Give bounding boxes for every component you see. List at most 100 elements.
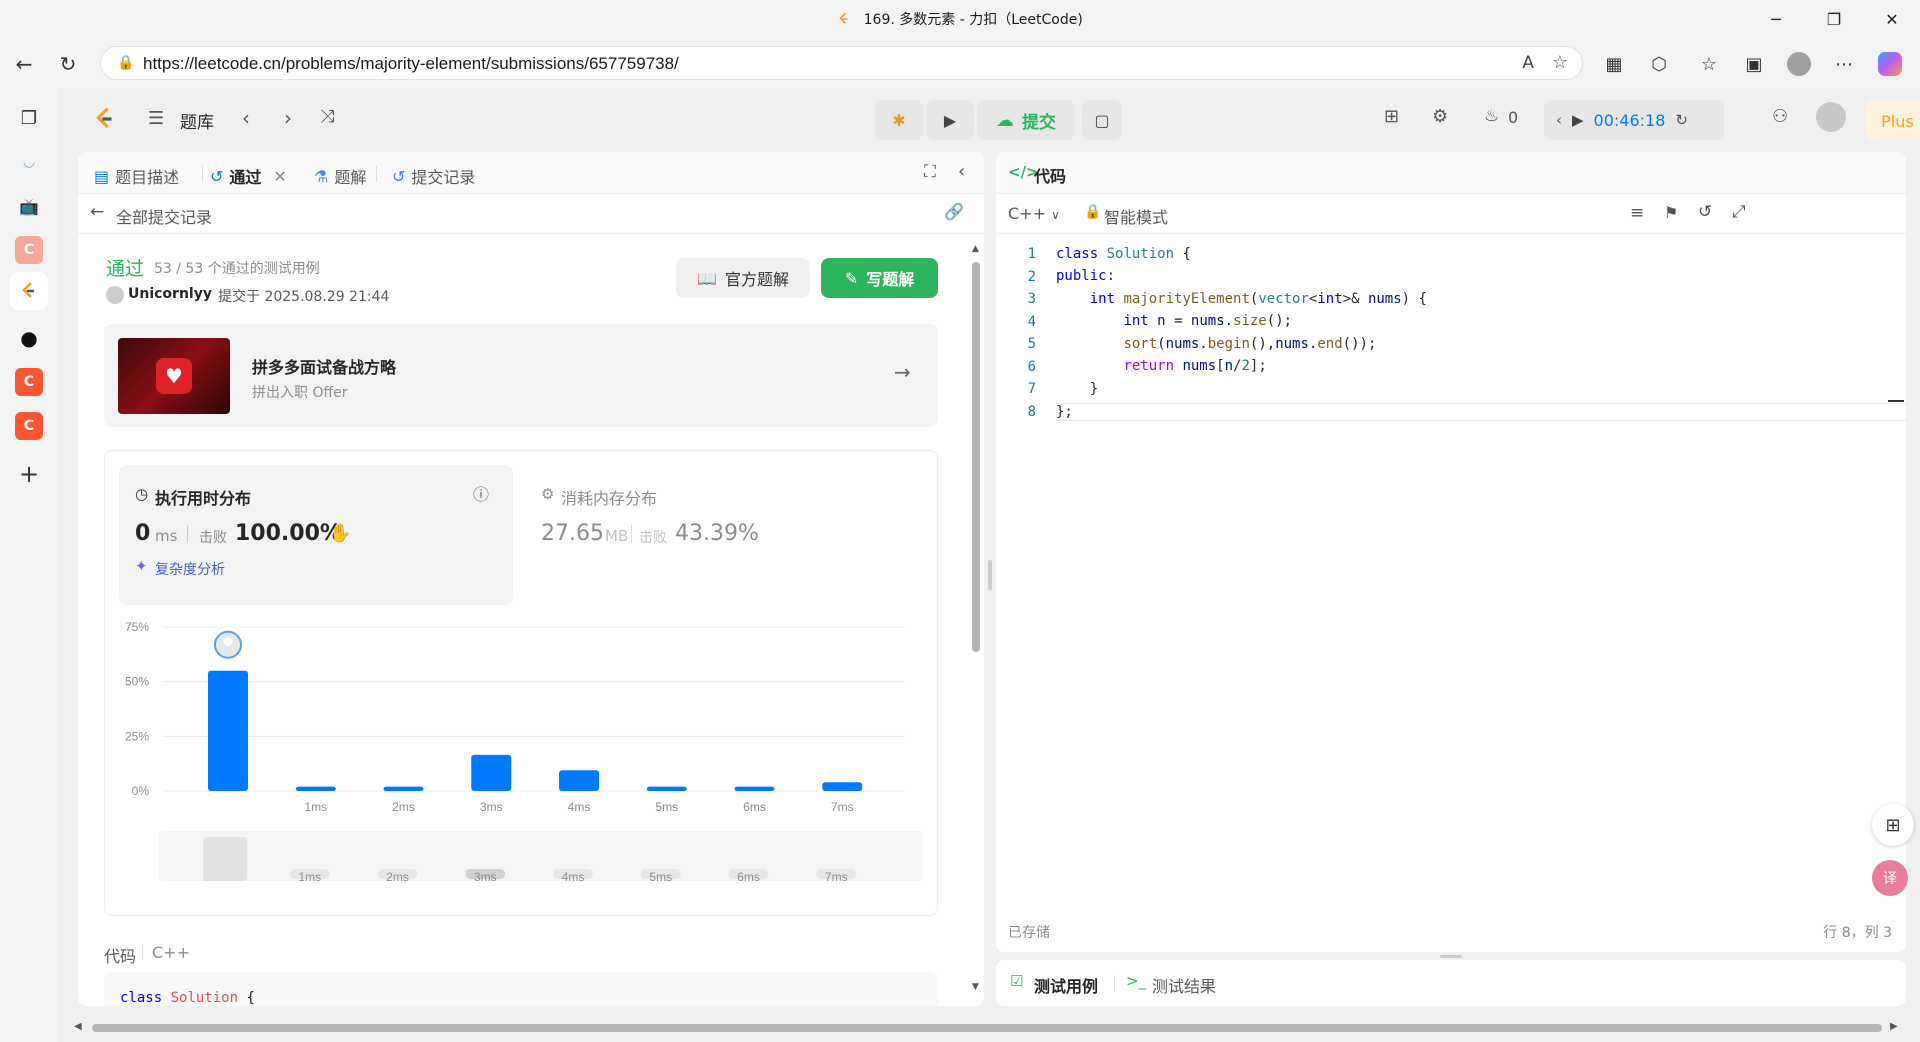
leetcode-logo-icon[interactable] — [92, 106, 118, 132]
app-icon[interactable]: ◡ — [15, 148, 43, 176]
scroll-up-icon[interactable]: ▲ — [972, 244, 979, 254]
list-icon[interactable]: ☰ — [148, 108, 164, 129]
collapse-icon[interactable]: ‹ — [958, 161, 965, 182]
vertical-resize-handle[interactable] — [1440, 955, 1462, 958]
runtime-distribution-chart[interactable]: 75% 50% 25% 0% 1ms 2ms 3ms 4ms 5ms 6ms 7ms 1ms 2ms 3m… — [105, 607, 937, 907]
tab-description[interactable]: ▤ 题目描述 — [94, 164, 179, 188]
scroll-left-icon[interactable]: ◀ — [74, 1021, 82, 1032]
left-scrollbar[interactable]: ▲ ▼ — [971, 244, 981, 994]
flask-icon: ⚗ — [314, 166, 329, 186]
smart-mode-toggle[interactable]: 智能模式 — [1104, 204, 1168, 228]
panel-resize-handle[interactable] — [988, 560, 992, 590]
scrollbar-thumb[interactable] — [92, 1024, 1882, 1032]
tab-testcase[interactable]: 测试用例 — [1034, 973, 1098, 997]
promo-card[interactable]: ♥ 拼多多面试备战方略 拼出入职 Offer → — [104, 324, 938, 427]
csdn-icon[interactable]: C — [15, 412, 43, 440]
leetcode-sidebar-icon[interactable] — [10, 272, 48, 310]
chart-navigator-window — [203, 837, 247, 881]
memory-box[interactable]: ⚙ 消耗内存分布 27.65 MB 击败 43.39% — [525, 465, 919, 605]
timer-widget[interactable]: ‹ ▶ 00:46:18 ↻ — [1544, 100, 1724, 140]
runtime-box[interactable]: ◷ 执行用时分布 ⓘ 0 ms 击败 100.00% ✋ ✦ 复杂度分析 — [119, 465, 513, 605]
collections-icon[interactable]: ▣ — [1740, 50, 1768, 78]
close-window-button[interactable]: ✕ — [1864, 0, 1920, 38]
left-tabbar: ▤ 题目描述 ↺ 通过 ✕ ⚗ 题解 ↺ 提交记录 ⛶ ‹ — [78, 152, 984, 194]
profile-avatar-icon[interactable] — [1785, 50, 1813, 78]
horizontal-scrollbar[interactable]: ◀ ▶ — [64, 1018, 1920, 1038]
apps-icon[interactable]: ⊞ — [1872, 804, 1914, 846]
format-icon[interactable]: ≡ — [1630, 203, 1644, 223]
scrollbar-thumb[interactable] — [972, 262, 980, 652]
user-avatar[interactable] — [1816, 102, 1846, 132]
favorite-star-icon[interactable]: ☆ — [1552, 52, 1568, 73]
back-arrow-icon[interactable]: ← — [10, 50, 38, 78]
info-icon[interactable]: ⓘ — [473, 481, 489, 505]
all-submissions-link[interactable]: 全部提交记录 — [116, 204, 212, 228]
divider — [631, 525, 632, 543]
streak-flame-icon[interactable]: ♨ — [1484, 106, 1499, 126]
tab-divider — [1114, 975, 1115, 991]
settings-gear-icon[interactable]: ⚙ — [1432, 106, 1448, 127]
username[interactable]: Unicornlyy — [128, 286, 212, 302]
add-friend-icon[interactable]: ⚇ — [1772, 106, 1788, 127]
tab-result[interactable]: 测试结果 — [1152, 973, 1216, 997]
line-number: 5 — [1027, 336, 1036, 352]
read-aloud-icon[interactable]: A — [1522, 53, 1534, 73]
refresh-icon[interactable]: ↻ — [54, 50, 82, 78]
code-token: { — [246, 990, 255, 1006]
bilibili-icon[interactable]: 📺 — [15, 192, 43, 220]
play-icon: ▶ — [943, 110, 957, 130]
favorites-icon[interactable]: ☆ — [1695, 50, 1723, 78]
url-text[interactable]: https://leetcode.cn/problems/majority-el… — [143, 54, 679, 74]
play-icon[interactable]: ▶ — [1572, 111, 1584, 129]
address-bar[interactable]: 🔒 https://leetcode.cn/problems/majority-… — [100, 46, 1583, 80]
tabs-icon[interactable]: ❐ — [15, 104, 43, 132]
prev-problem-icon[interactable]: ‹ — [242, 106, 250, 130]
bookmark-icon[interactable]: ⚑ — [1664, 203, 1678, 222]
complexity-analysis-link[interactable]: 复杂度分析 — [155, 559, 225, 579]
reset-icon[interactable]: ↻ — [1675, 111, 1688, 129]
chevron-left-icon[interactable]: ‹ — [1556, 111, 1562, 129]
submit-button[interactable]: ☁ 提交 — [977, 100, 1075, 140]
shuffle-icon[interactable]: ⤨ — [320, 106, 334, 127]
layout-icon[interactable]: ⊞ — [1384, 106, 1399, 127]
expand-icon[interactable]: ⤢ — [1732, 202, 1746, 222]
code-token: Solution — [170, 990, 239, 1006]
restore-button[interactable]: ❐ — [1806, 0, 1862, 38]
more-menu-icon[interactable]: ⋯ — [1830, 50, 1858, 78]
fullscreen-icon[interactable]: ⛶ — [924, 162, 936, 182]
problem-list-link[interactable]: 题库 — [180, 108, 214, 133]
minimize-button[interactable]: ─ — [1748, 0, 1804, 38]
link-icon[interactable]: 🔗 — [944, 202, 964, 221]
github-icon[interactable]: ● — [15, 324, 43, 352]
reset-code-icon[interactable]: ↺ — [1698, 202, 1712, 222]
avatar-icon — [223, 637, 233, 647]
code-editor[interactable]: 1 2 3 4 5 6 7 8 class Solution { public: int ma… — [996, 244, 1906, 424]
run-button[interactable]: ▶ — [926, 100, 974, 140]
csdn-icon[interactable]: C — [15, 368, 43, 396]
tab-submissions[interactable]: ↺ 提交记录 — [392, 164, 475, 188]
language-select[interactable]: C++ ∨ — [1008, 204, 1060, 223]
scroll-right-icon[interactable]: ▶ — [1890, 1021, 1898, 1032]
note-button[interactable]: ▢ — [1082, 100, 1122, 140]
next-problem-icon[interactable]: › — [284, 106, 292, 130]
plus-member-button[interactable]: Plus 会员 — [1866, 100, 1920, 140]
y-tick-label: 75% — [125, 620, 149, 634]
debug-button[interactable]: ✱ — [875, 100, 923, 140]
write-solution-button[interactable]: ✎ 写题解 — [821, 258, 938, 298]
close-tab-icon[interactable]: ✕ — [273, 167, 286, 186]
back-arrow-icon[interactable]: ← — [90, 202, 104, 222]
qr-code-icon[interactable]: ▦ — [1600, 50, 1628, 78]
extensions-icon[interactable]: ⬡ — [1645, 50, 1673, 78]
tab-solutions[interactable]: ⚗ 题解 — [314, 164, 366, 188]
submit-label: 提交 — [1022, 112, 1056, 133]
y-tick-label: 25% — [125, 729, 149, 743]
avatar[interactable] — [106, 286, 124, 304]
csdn-icon[interactable]: C — [15, 236, 43, 264]
copilot-icon[interactable] — [1876, 50, 1904, 78]
scroll-down-icon[interactable]: ▼ — [972, 982, 979, 992]
document-icon: ▤ — [94, 166, 110, 186]
official-solution-button[interactable]: 📖 官方题解 — [676, 258, 810, 298]
tab-accepted[interactable]: ↺ 通过 ✕ — [210, 164, 287, 188]
translate-icon[interactable]: 译 — [1872, 860, 1908, 896]
add-icon[interactable]: + — [15, 460, 43, 488]
